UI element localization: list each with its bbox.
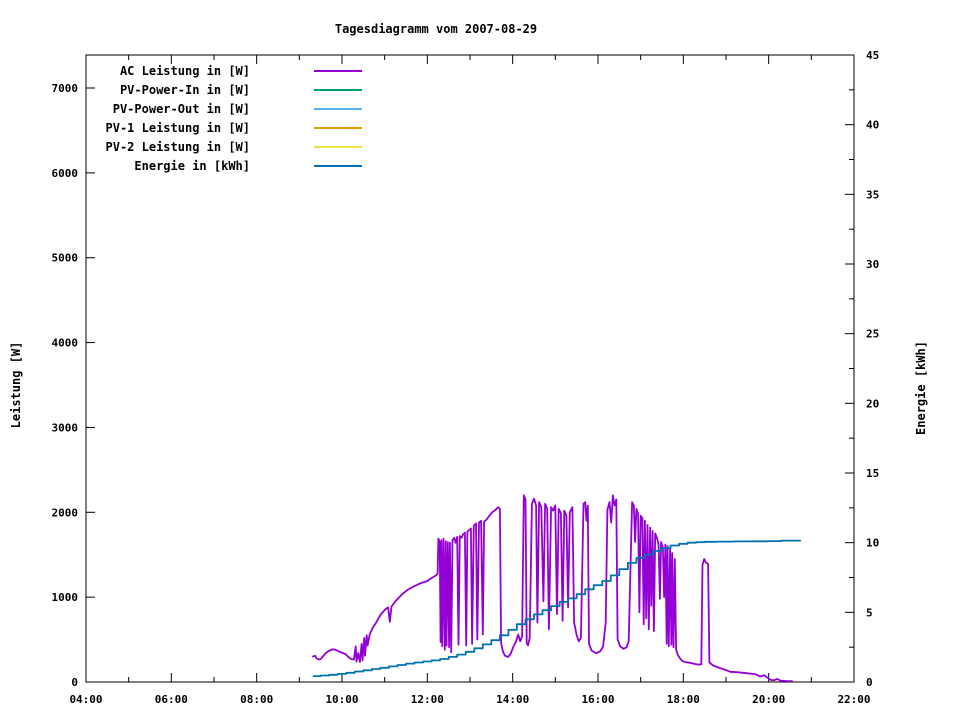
svg-text:15: 15 (866, 467, 879, 480)
legend-color-sample (314, 70, 362, 72)
chart-title: Tagesdiagramm vom 2007-08-29 (334, 22, 538, 36)
y-axis-label-right: Energie [kWh] (914, 341, 928, 435)
svg-text:14:00: 14:00 (496, 693, 529, 706)
legend-item: AC Leistung in [W] (90, 64, 380, 78)
svg-text:1000: 1000 (52, 591, 79, 604)
svg-text:10: 10 (866, 537, 879, 550)
svg-text:20:00: 20:00 (752, 693, 785, 706)
legend-color-sample (314, 108, 362, 110)
series-paths (312, 494, 802, 683)
svg-text:7000: 7000 (52, 82, 79, 95)
svg-text:18:00: 18:00 (667, 693, 700, 706)
y-axis-ticks-left: 0 1000 2000 3000 4000 5000 6000 7000 (52, 82, 95, 689)
svg-text:04:00: 04:00 (69, 693, 102, 706)
legend-color-sample (314, 146, 362, 148)
legend-item-label: PV-2 Leistung in [W] (105, 140, 251, 154)
legend-item: PV-Power-In in [W] (90, 83, 380, 97)
svg-text:0: 0 (71, 676, 78, 689)
legend-item: Energie in [kWh] (90, 159, 380, 173)
svg-text:35: 35 (866, 188, 879, 201)
svg-text:20: 20 (866, 397, 879, 410)
legend-item-label: AC Leistung in [W] (119, 64, 250, 78)
svg-text:45: 45 (866, 49, 879, 62)
legend-item-label: PV-Power-Out in [W] (112, 102, 250, 116)
svg-text:30: 30 (866, 258, 879, 271)
legend-color-sample (314, 127, 362, 129)
svg-text:4000: 4000 (52, 337, 79, 350)
svg-text:40: 40 (866, 119, 879, 132)
legend-item-label: PV-1 Leistung in [W] (105, 121, 251, 135)
svg-text:25: 25 (866, 328, 879, 341)
svg-text:5000: 5000 (52, 252, 79, 265)
svg-text:3000: 3000 (52, 421, 79, 434)
svg-text:16:00: 16:00 (581, 693, 614, 706)
series-ac-leistung-in-w- (312, 494, 793, 683)
legend-item: PV-1 Leistung in [W] (90, 121, 380, 135)
svg-text:08:00: 08:00 (240, 693, 273, 706)
y-axis-ticks-right: 0 5 10 15 20 25 30 35 40 45 (845, 49, 879, 689)
svg-text:2000: 2000 (52, 506, 79, 519)
svg-text:0: 0 (866, 676, 873, 689)
svg-text:10:00: 10:00 (325, 693, 358, 706)
legend-item-label: PV-Power-In in [W] (119, 83, 250, 97)
legend-item: PV-Power-Out in [W] (90, 102, 380, 116)
svg-text:6000: 6000 (52, 167, 79, 180)
svg-text:5: 5 (866, 606, 873, 619)
svg-text:12:00: 12:00 (411, 693, 444, 706)
legend-color-sample (314, 89, 362, 91)
legend-item: PV-2 Leistung in [W] (90, 140, 380, 154)
chart-canvas: Tagesdiagramm vom 2007-08-29 Leistung [W… (0, 0, 960, 720)
svg-text:06:00: 06:00 (155, 693, 188, 706)
legend-item-label: Energie in [kWh] (134, 159, 250, 173)
svg-text:22:00: 22:00 (837, 693, 870, 706)
legend-color-sample (314, 165, 362, 167)
y-axis-label-left: Leistung [W] (9, 341, 23, 429)
